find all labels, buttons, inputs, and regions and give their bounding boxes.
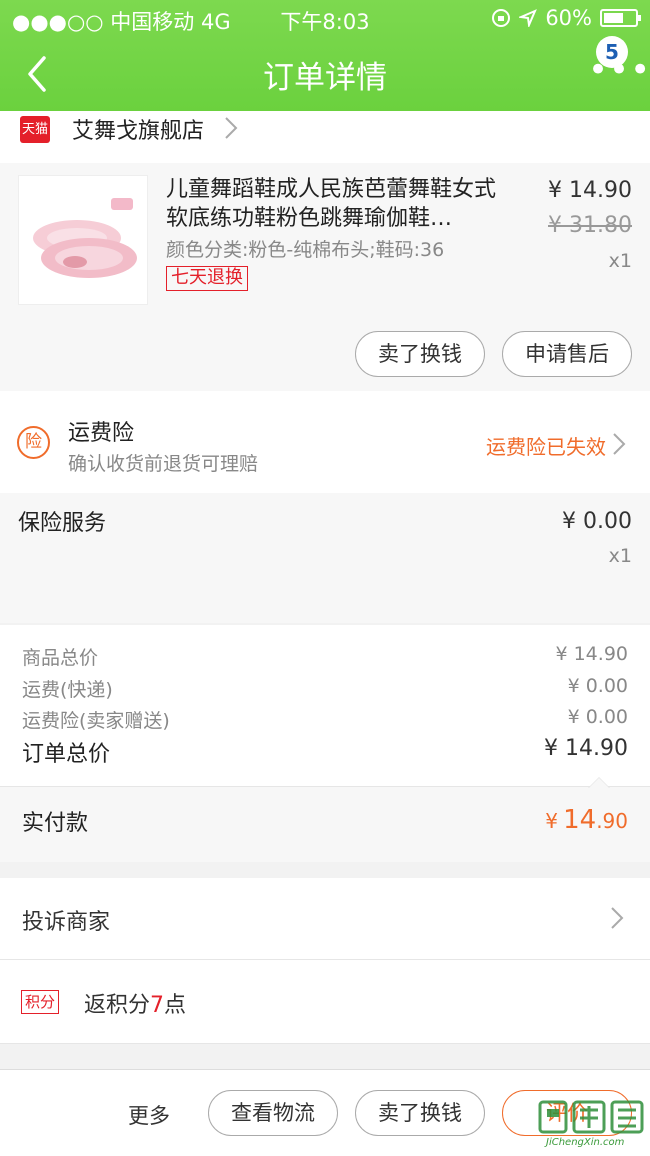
product-thumbnail[interactable] bbox=[18, 175, 148, 305]
product-quantity: x1 bbox=[608, 250, 632, 272]
shipping-fee-value: ¥ 0.00 bbox=[567, 675, 628, 697]
insurance-service-price: ¥ 0.00 bbox=[562, 509, 632, 534]
battery-percent: 60% bbox=[545, 6, 592, 30]
goods-total-value: ¥ 14.90 bbox=[555, 643, 628, 665]
insurance-subtitle: 确认收货前退货可理赔 bbox=[68, 453, 259, 475]
message-count-badge: 5 bbox=[596, 36, 628, 68]
points-prefix: 返积分 bbox=[84, 993, 151, 1018]
rotation-lock-icon bbox=[492, 9, 511, 27]
paid-decimal: .90 bbox=[596, 809, 628, 833]
paid-label: 实付款 bbox=[22, 811, 89, 836]
product-title[interactable]: 儿童舞蹈鞋成人民族芭蕾舞鞋女式软底练功鞋粉色跳舞瑜伽鞋… bbox=[166, 175, 496, 233]
shop-name[interactable]: 艾舞戈旗舰店 bbox=[72, 113, 204, 145]
watermark-text: JiChengXin.com bbox=[546, 1137, 625, 1148]
points-text: 返积分7点 bbox=[84, 987, 186, 1019]
product-spec: 颜色分类:粉色-纯棉布头;鞋码:36 bbox=[166, 239, 445, 261]
paid-amount: ¥ 14.90 bbox=[545, 805, 628, 835]
product-original-price: ¥ 31.80 bbox=[548, 213, 632, 238]
insurance-status: 运费险已失效 bbox=[486, 435, 606, 459]
return-policy-tag: 七天退换 bbox=[166, 266, 248, 291]
insurance-icon: 险 bbox=[17, 426, 50, 459]
insurance-service-quantity: x1 bbox=[608, 545, 632, 567]
paid-currency: ¥ bbox=[545, 809, 558, 833]
shop-row[interactable]: 天猫 艾舞戈旗舰店 bbox=[0, 111, 650, 163]
paid-integer: 14 bbox=[563, 805, 597, 835]
resell-button[interactable]: 卖了换钱 bbox=[355, 331, 485, 377]
insurance-fee-row: 运费险(卖家赠送) ¥ 0.00 bbox=[22, 706, 628, 736]
points-badge: 积分 bbox=[21, 990, 60, 1014]
resell-button-bottom[interactable]: 卖了换钱 bbox=[355, 1090, 485, 1136]
insurance-fee-value: ¥ 0.00 bbox=[567, 706, 628, 728]
order-total-row: 订单总价 ¥ 14.90 bbox=[22, 736, 628, 767]
insurance-fee-label: 运费险(卖家赠送) bbox=[22, 710, 170, 732]
chevron-right-icon bbox=[611, 907, 624, 929]
points-value: 7 bbox=[150, 993, 165, 1018]
product-price: ¥ 14.90 bbox=[548, 178, 632, 203]
status-bar: ●●●○○ 中国移动 4G 下午8:03 60% bbox=[0, 0, 650, 36]
order-total-value: ¥ 14.90 bbox=[544, 736, 628, 761]
header: ●●●○○ 中国移动 4G 下午8:03 60% 订单详情 ••• 5 bbox=[0, 0, 650, 111]
complain-merchant-row[interactable]: 投诉商家 bbox=[0, 878, 650, 960]
complain-label[interactable]: 投诉商家 bbox=[22, 904, 110, 936]
shipping-fee-label: 运费(快递) bbox=[22, 679, 113, 701]
product-card[interactable]: 儿童舞蹈鞋成人民族芭蕾舞鞋女式软底练功鞋粉色跳舞瑜伽鞋… 颜色分类:粉色-纯棉布… bbox=[0, 163, 650, 391]
insurance-title: 运费险 bbox=[68, 421, 135, 446]
more-button[interactable]: 更多 bbox=[128, 1100, 170, 1130]
ballet-shoes-image bbox=[33, 198, 137, 278]
insurance-service-item: 保险服务 ¥ 0.00 x1 bbox=[0, 493, 650, 623]
points-suffix: 点 bbox=[164, 993, 187, 1018]
points-row: 积分 返积分7点 bbox=[0, 960, 650, 1044]
location-icon bbox=[519, 9, 538, 27]
chevron-right-icon bbox=[225, 117, 238, 139]
view-logistics-button[interactable]: 查看物流 bbox=[208, 1090, 338, 1136]
chevron-right-icon bbox=[613, 433, 626, 455]
status-right: 60% bbox=[491, 6, 641, 30]
paid-amount-row: 实付款 ¥ 14.90 bbox=[0, 777, 650, 862]
shipping-insurance-row[interactable]: 险 运费险 确认收货前退货可理赔 运费险已失效 bbox=[0, 391, 650, 493]
goods-total-label: 商品总价 bbox=[22, 647, 99, 669]
after-sales-button[interactable]: 申请售后 bbox=[502, 331, 632, 377]
order-totals: 商品总价 ¥ 14.90 运费(快递) ¥ 0.00 运费险(卖家赠送) ¥ 0… bbox=[0, 625, 650, 787]
page-title: 订单详情 bbox=[263, 60, 387, 96]
battery-icon bbox=[600, 9, 641, 27]
tmall-logo: 天猫 bbox=[20, 116, 50, 143]
shipping-fee-row: 运费(快递) ¥ 0.00 bbox=[22, 675, 628, 705]
insurance-service-title: 保险服务 bbox=[18, 511, 107, 536]
goods-total-row: 商品总价 ¥ 14.90 bbox=[22, 643, 628, 673]
notch-indicator bbox=[588, 777, 610, 788]
order-total-label: 订单总价 bbox=[22, 742, 111, 767]
